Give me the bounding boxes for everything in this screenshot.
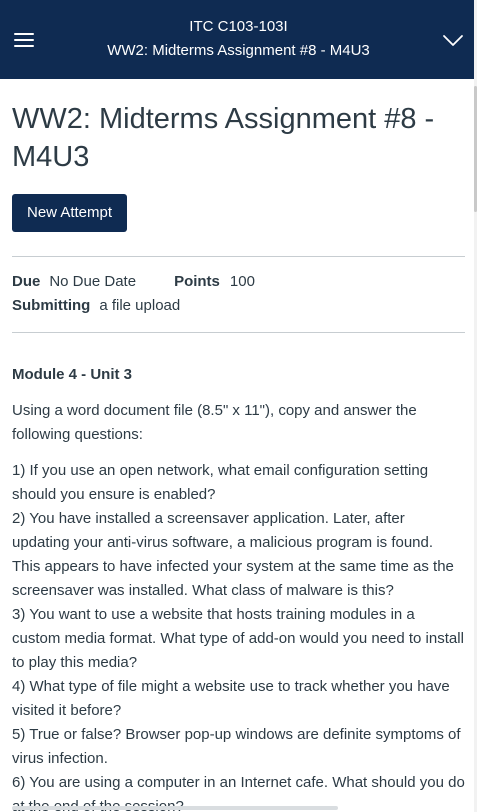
assignment-details: Due No Due Date Points 100 Submitting a file…	[12, 256, 465, 333]
points-label: Points	[174, 273, 220, 290]
due-points-row: Due No Due Date Points 100	[12, 270, 465, 294]
question-item: 1) If you use an open network, what emai…	[12, 462, 429, 503]
submitting-row: Submitting a file upload	[12, 294, 465, 318]
intro-text: Using a word document file (8.5" x 11"),…	[12, 402, 417, 443]
horizontal-scrollbar[interactable]	[12, 806, 338, 810]
course-name[interactable]: ITC C103-103I	[60, 15, 417, 39]
submitting-value: a file upload	[99, 297, 181, 314]
question-item: 2) You have installed a screensaver appl…	[12, 510, 454, 599]
submitting-label: Submitting	[12, 297, 91, 314]
question-item: 4) What type of file might a website use…	[12, 678, 450, 719]
points-value: 100	[229, 273, 255, 290]
question-item: 3) You want to use a website that hosts …	[12, 606, 464, 671]
chevron-down-icon[interactable]	[441, 28, 465, 52]
hamburger-menu-icon[interactable]	[12, 28, 36, 52]
page-title: WW2: Midterms Assignment #8 - M4U3	[12, 103, 435, 173]
question-item: 5) True or false? Browser pop-up windows…	[12, 726, 461, 767]
due-label: Due	[12, 273, 41, 290]
assignment-content: WW2: Midterms Assignment #8 - M4U3 New A…	[12, 100, 465, 812]
new-attempt-button[interactable]: New Attempt	[12, 194, 128, 232]
header-titles: ITC C103-103I WW2: Midterms Assignment #…	[60, 15, 417, 63]
assignment-description: Module 4 - Unit 3 Using a word document …	[12, 363, 465, 812]
assignment-breadcrumb: WW2: Midterms Assignment #8 - M4U3	[107, 42, 370, 59]
module-heading: Module 4 - Unit 3	[12, 366, 132, 383]
due-value: No Due Date	[49, 273, 137, 290]
top-nav-bar: ITC C103-103I WW2: Midterms Assignment #…	[0, 0, 477, 79]
